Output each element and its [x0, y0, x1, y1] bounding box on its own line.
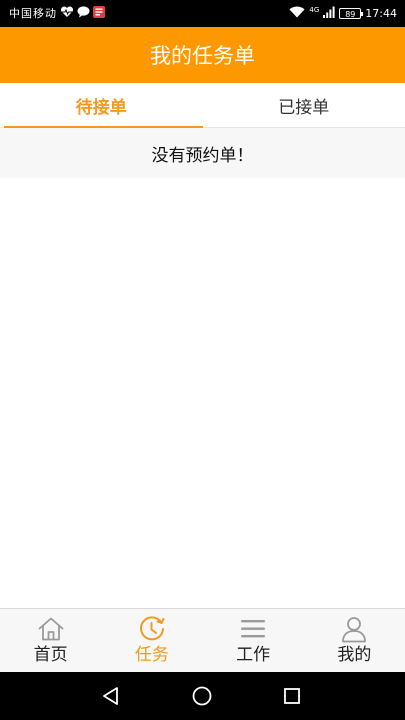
- nav-label-task: 任务: [134, 645, 169, 665]
- tab-accepted-label: 已接单: [278, 97, 330, 118]
- status-right: 4G 89 17:44: [289, 6, 397, 21]
- recent-apps-icon[interactable]: [280, 684, 304, 708]
- battery-icon: 89: [339, 8, 364, 19]
- system-nav-bar: [0, 672, 405, 720]
- nav-item-home[interactable]: 首页: [0, 609, 101, 672]
- home-icon: [36, 615, 66, 643]
- news-app-icon: [93, 6, 105, 21]
- nav-item-work[interactable]: 工作: [203, 609, 304, 672]
- clock: 17:44: [365, 7, 397, 20]
- menu-lines-icon: [238, 615, 268, 643]
- wifi-icon: [289, 6, 305, 21]
- title-bar: 我的任务单: [0, 27, 405, 83]
- nav-label-work: 工作: [236, 645, 271, 665]
- signal-icon: [323, 6, 335, 21]
- nav-label-mine: 我的: [337, 645, 372, 665]
- status-left: 中国移动: [9, 6, 105, 21]
- task-clock-icon: [137, 615, 167, 643]
- nav-item-task[interactable]: 任务: [101, 609, 202, 672]
- empty-state: 没有预约单！: [0, 128, 405, 178]
- battery-level: 89: [345, 10, 356, 19]
- tab-accepted[interactable]: 已接单: [203, 83, 405, 127]
- nav-item-mine[interactable]: 我的: [304, 609, 405, 672]
- home-circle-icon[interactable]: [190, 684, 214, 708]
- heart-pulse-icon: [60, 6, 74, 21]
- user-icon: [339, 615, 369, 643]
- content-area: [0, 178, 405, 608]
- empty-message: 没有预约单！: [151, 145, 254, 166]
- chat-bubble-icon: [77, 6, 90, 21]
- network-type: 4G: [309, 6, 320, 14]
- nav-label-home: 首页: [33, 645, 68, 665]
- back-icon[interactable]: [99, 684, 123, 708]
- status-bar: 中国移动 4G 89 17:44: [0, 0, 405, 27]
- bottom-nav: 首页 任务 工作 我的: [0, 608, 405, 672]
- tab-pending[interactable]: 待接单: [0, 83, 203, 128]
- tab-pending-label: 待接单: [75, 97, 127, 118]
- page-title: 我的任务单: [150, 44, 255, 68]
- tab-bar: 待接单 已接单: [0, 83, 405, 128]
- carrier-name: 中国移动: [9, 7, 57, 20]
